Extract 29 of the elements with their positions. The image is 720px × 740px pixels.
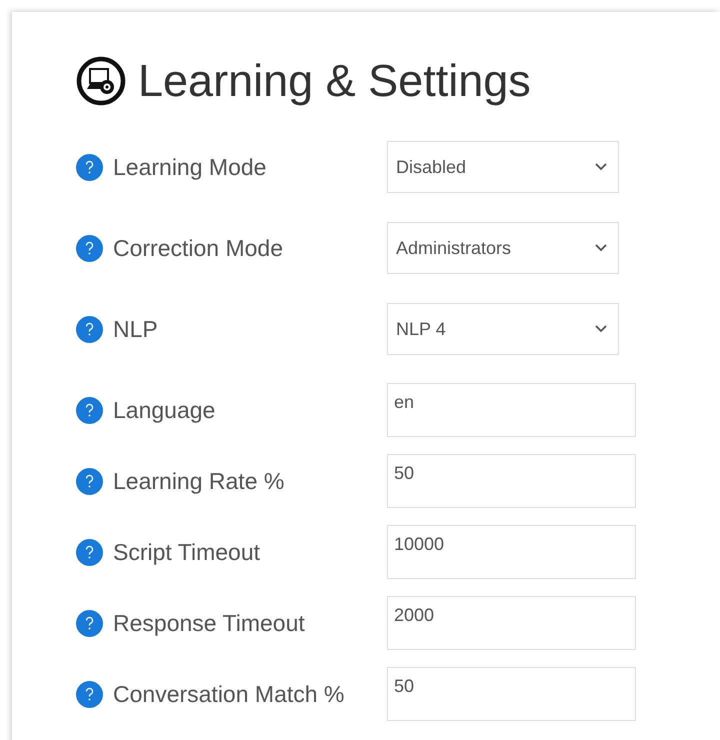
help-icon[interactable]: [76, 396, 103, 424]
chevron-down-icon: [594, 324, 608, 334]
setting-label: Learning Mode: [113, 154, 266, 180]
help-icon[interactable]: [76, 468, 103, 494]
setting-label: NLP: [113, 316, 158, 342]
help-icon[interactable]: [76, 316, 103, 342]
help-icon[interactable]: [76, 154, 103, 180]
input-field[interactable]: 50: [387, 454, 636, 508]
dropdown[interactable]: Administrators: [387, 222, 619, 274]
setting-label: Script Timeout: [113, 538, 260, 566]
dropdown[interactable]: NLP 4: [387, 303, 619, 355]
setting-label: Correction Mode: [113, 234, 284, 262]
page-title: Learning & Settings: [138, 56, 531, 106]
setting-label: Conversation Match %: [113, 680, 344, 708]
help-icon[interactable]: [76, 610, 103, 636]
input-field[interactable]: 50: [387, 667, 636, 721]
input-field[interactable]: en: [387, 383, 636, 437]
chevron-down-icon: [594, 243, 608, 253]
dropdown[interactable]: Disabled: [387, 141, 619, 193]
help-icon[interactable]: [76, 680, 103, 708]
setting-label: Learning Rate %: [113, 468, 284, 494]
chevron-down-icon: [594, 162, 608, 172]
setting-label: Response Timeout: [113, 610, 305, 636]
input-field[interactable]: 2000: [387, 596, 636, 650]
laptop-gear-icon: [76, 56, 126, 106]
help-icon[interactable]: [76, 234, 103, 262]
setting-label: Language: [113, 396, 216, 424]
input-field[interactable]: 10000: [387, 525, 636, 579]
help-icon[interactable]: [76, 538, 103, 566]
